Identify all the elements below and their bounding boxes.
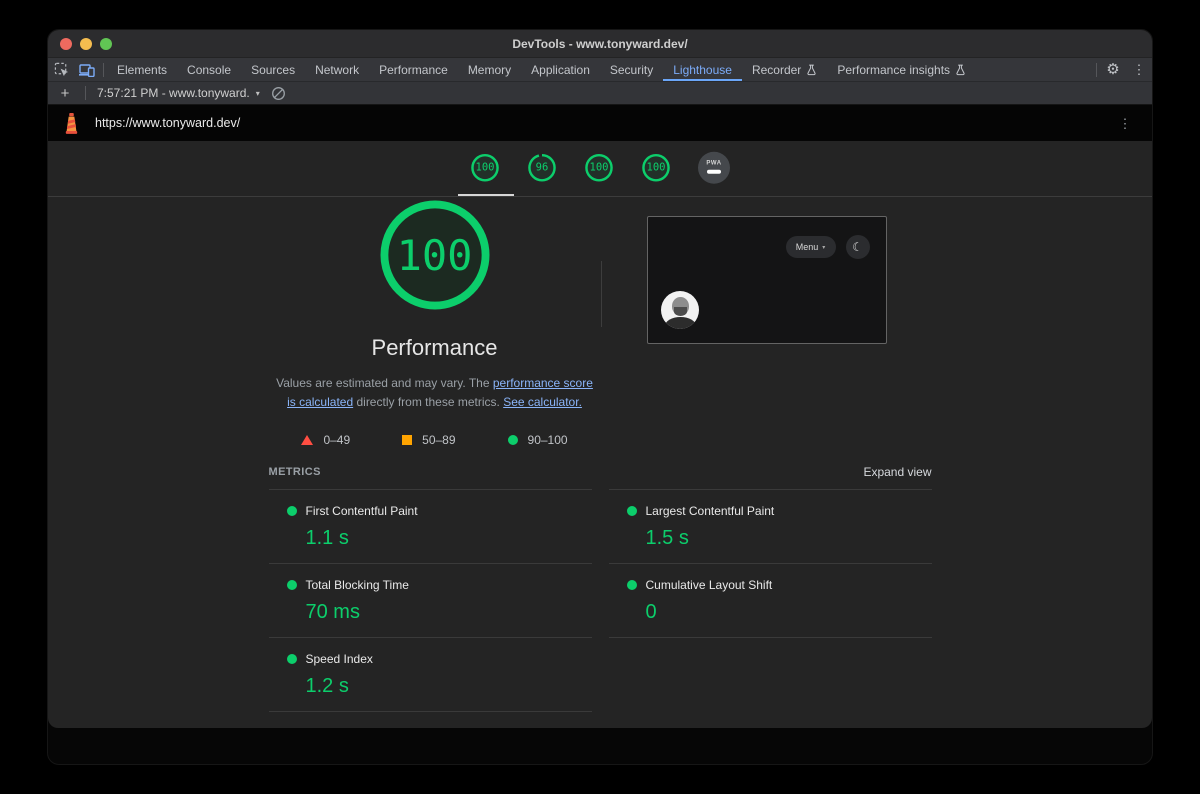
seo-category-gauge[interactable]: 100: [641, 152, 671, 182]
inspect-element-icon[interactable]: [48, 58, 74, 81]
tab-security[interactable]: Security: [600, 58, 663, 81]
toolbar-divider: [103, 63, 104, 77]
lighthouse-report: 100 Performance Values are estimated and…: [48, 197, 1152, 728]
accessibility-category-gauge[interactable]: 96: [527, 152, 557, 182]
more-options-kebab-icon[interactable]: ⋮: [1126, 58, 1152, 81]
category-title: Performance: [372, 335, 498, 361]
pwa-badge[interactable]: PWA: [698, 151, 730, 183]
dark-mode-moon-icon: ☾: [846, 235, 870, 259]
metric-value: 1.2 s: [306, 675, 592, 698]
metric-first-contentful-paint: First Contentful Paint 1.1 s: [269, 490, 592, 564]
report-selector-dropdown[interactable]: 7:57:21 PM - www.tonyward. ▾: [97, 86, 260, 100]
score-summary-section: 100 Performance Values are estimated and…: [269, 197, 932, 447]
tab-memory[interactable]: Memory: [458, 58, 521, 81]
metric-largest-contentful-paint: Largest Contentful Paint 1.5 s: [609, 490, 932, 564]
tab-performance[interactable]: Performance: [369, 58, 458, 81]
chevron-down-icon: ▾: [256, 89, 260, 98]
tab-console[interactable]: Console: [177, 58, 241, 81]
pass-circle-icon: [287, 580, 297, 590]
score-scale-legend: 0–49 50–89 90–100: [301, 433, 567, 447]
active-category-underline: [458, 194, 514, 196]
window-title: DevTools - www.tonyward.dev/: [512, 37, 687, 51]
tab-elements[interactable]: Elements: [107, 58, 177, 81]
settings-gear-icon[interactable]: ⚙: [1100, 58, 1126, 81]
metric-value: 1.5 s: [646, 527, 932, 550]
pass-circle-icon: [627, 506, 637, 516]
metric-speed-index: Speed Index 1.2 s: [269, 638, 592, 712]
metrics-grid: First Contentful Paint 1.1 s Total Block…: [269, 489, 932, 712]
tab-network[interactable]: Network: [305, 58, 369, 81]
average-square-icon: [402, 435, 412, 445]
legend-pass: 90–100: [508, 433, 568, 447]
metric-value: 0: [646, 601, 932, 624]
tab-sources[interactable]: Sources: [241, 58, 305, 81]
toggle-device-toolbar-icon[interactable]: [74, 58, 100, 81]
best-practices-category-gauge[interactable]: 100: [584, 152, 614, 182]
see-calculator-link[interactable]: See calculator.: [503, 395, 582, 409]
fail-triangle-icon: [301, 435, 313, 445]
legend-average: 50–89: [402, 433, 455, 447]
metric-cumulative-layout-shift: Cumulative Layout Shift 0: [609, 564, 932, 638]
toolbar-divider: [85, 86, 86, 100]
report-options-kebab-icon[interactable]: ⋮: [1112, 117, 1138, 130]
metrics-title: METRICS: [269, 466, 321, 478]
tab-performance-insights[interactable]: Performance insights: [827, 58, 976, 81]
final-screenshot-thumbnail: Menu▾ ☾: [647, 216, 887, 344]
report-url: https://www.tonyward.dev/: [95, 116, 240, 130]
category-gauge-nav: 100 96 100 100 PWA: [48, 141, 1152, 197]
minimize-window-button[interactable]: [80, 38, 92, 50]
pass-circle-icon: [287, 506, 297, 516]
experiment-flask-icon: [806, 64, 817, 76]
tab-recorder[interactable]: Recorder: [742, 58, 827, 81]
tab-application[interactable]: Application: [521, 58, 600, 81]
window-titlebar: DevTools - www.tonyward.dev/: [48, 30, 1152, 58]
devtools-tabbar: Elements Console Sources Network Perform…: [48, 58, 1152, 82]
close-window-button[interactable]: [60, 38, 72, 50]
performance-score: 100: [380, 200, 490, 310]
traffic-lights: [60, 30, 112, 57]
pass-circle-icon: [287, 654, 297, 664]
panel-tabs: Elements Console Sources Network Perform…: [107, 58, 976, 81]
metric-total-blocking-time: Total Blocking Time 70 ms: [269, 564, 592, 638]
pass-circle-icon: [627, 580, 637, 590]
performance-gauge[interactable]: 100: [380, 200, 490, 310]
toolbar-divider: [1096, 63, 1097, 77]
zoom-window-button[interactable]: [100, 38, 112, 50]
pwa-neutral-dash-icon: [707, 170, 721, 174]
clear-reports-icon[interactable]: [268, 86, 290, 101]
lighthouse-logo-icon: [62, 112, 81, 135]
metric-value: 1.1 s: [306, 527, 592, 550]
expand-view-button[interactable]: Expand view: [863, 465, 931, 479]
new-report-plus-icon[interactable]: +: [56, 85, 74, 102]
lighthouse-run-toolbar: + 7:57:21 PM - www.tonyward. ▾: [48, 82, 1152, 105]
report-url-row: https://www.tonyward.dev/ ⋮: [48, 105, 1152, 141]
legend-fail: 0–49: [301, 433, 350, 447]
experiment-flask-icon: [955, 64, 966, 76]
avatar: [661, 291, 699, 329]
thumbnail-menu-button: Menu▾: [786, 236, 836, 258]
performance-category-gauge[interactable]: 100: [470, 152, 500, 182]
chevron-down-icon: ▾: [822, 244, 825, 251]
score-disclaimer: Values are estimated and may vary. The p…: [274, 374, 596, 412]
tab-lighthouse[interactable]: Lighthouse: [663, 58, 742, 81]
devtools-window: DevTools - www.tonyward.dev/ Elements Co…: [48, 30, 1152, 764]
pass-circle-icon: [508, 435, 518, 445]
metric-value: 70 ms: [306, 601, 592, 624]
report-selector-label: 7:57:21 PM - www.tonyward.: [97, 86, 250, 100]
metrics-header: METRICS Expand view: [269, 465, 932, 479]
